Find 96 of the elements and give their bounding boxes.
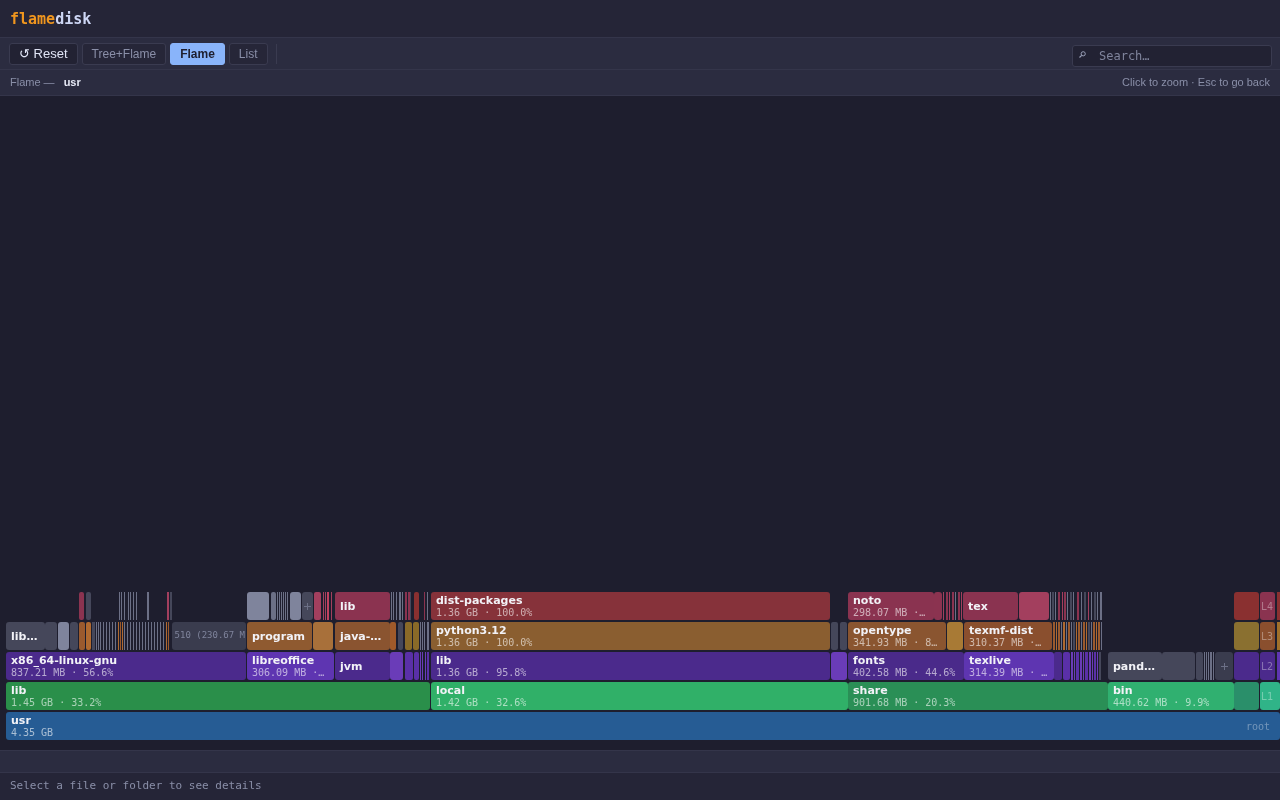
depth-tag: root xyxy=(1245,718,1270,734)
thin-flame-bars xyxy=(405,652,429,680)
flame-bar[interactable] xyxy=(70,622,78,650)
view-tab[interactable]: Tree+Flame xyxy=(81,42,167,65)
reset-button[interactable]: ↺ Reset xyxy=(9,42,78,65)
thin-flame-bars xyxy=(1053,622,1102,650)
folder-name: local xyxy=(436,683,467,697)
folder-name: bin xyxy=(1113,683,1134,697)
folder-name: lib xyxy=(436,653,453,667)
folder-name: fonts xyxy=(853,653,886,667)
folder-name: usr xyxy=(11,713,32,727)
flame-bar[interactable] xyxy=(390,652,403,680)
thin-flame-bars xyxy=(1277,592,1280,620)
thin-flame-bars xyxy=(831,622,847,650)
thin-flame-bars xyxy=(943,592,962,620)
flame-bar[interactable]: lib… xyxy=(6,622,45,650)
flame-bar[interactable] xyxy=(947,622,963,650)
folder-size: 1.36 GB · 95.8% xyxy=(436,666,527,679)
flame-bar[interactable]: fonts 402.58 MB · 44.6% xyxy=(848,652,964,680)
thin-flame-bars xyxy=(1054,652,1101,680)
flame-bar[interactable]: 510 (230.67 M xyxy=(172,622,246,650)
flame-bar[interactable]: python3.12 1.36 GB · 100.0% xyxy=(431,622,830,650)
flame-bar[interactable] xyxy=(302,592,313,620)
folder-size: 440.62 MB · 9.9% xyxy=(1113,696,1210,709)
flame-bar[interactable]: pand… xyxy=(1108,652,1162,680)
folder-name: x86_64-linux-gnu xyxy=(11,653,118,667)
folder-size: 402.58 MB · 44.6% xyxy=(853,666,956,679)
thin-flame-bars xyxy=(271,592,288,620)
status-text: Select a file or folder to see details xyxy=(10,778,262,795)
plus-icon xyxy=(304,602,311,610)
thin-flame-bars xyxy=(1277,622,1280,650)
flame-bar[interactable] xyxy=(1215,652,1233,680)
folder-name: texmf-dist xyxy=(969,623,1034,637)
flame-bar[interactable] xyxy=(1234,622,1259,650)
folder-name: opentype xyxy=(853,623,913,637)
breadcrumb-current: usr xyxy=(63,75,81,91)
folder-size: 837.21 MB · 56.6% xyxy=(11,666,114,679)
thin-flame-bars xyxy=(167,592,172,620)
flame-bar[interactable]: share 901.68 MB · 20.3% xyxy=(848,682,1108,710)
folder-name: python3.12 xyxy=(436,623,508,637)
flame-bar[interactable] xyxy=(58,622,69,650)
flame-bar[interactable] xyxy=(1234,682,1259,710)
folder-name: lib xyxy=(11,683,28,697)
flame-bar[interactable]: lib 1.36 GB · 95.8% xyxy=(431,652,830,680)
flame-bar[interactable]: x86_64-linux-gnu 837.21 MB · 56.6% xyxy=(6,652,246,680)
folder-name: share xyxy=(853,683,889,697)
flame-bar[interactable]: usr 4.35 GB root xyxy=(6,712,1280,740)
thin-flame-bars xyxy=(1196,652,1214,680)
thin-flame-bars xyxy=(391,592,428,620)
view-tab[interactable]: List xyxy=(228,42,268,65)
flame-bar[interactable]: jvm xyxy=(335,652,390,680)
flame-bar[interactable] xyxy=(313,622,333,650)
flame-bar[interactable]: texlive 314.39 MB · … xyxy=(964,652,1054,680)
search-field[interactable]: Search… xyxy=(1072,44,1272,67)
app-logo: flamedisk xyxy=(10,9,92,28)
folder-name: dist-packages xyxy=(436,593,524,607)
thin-flame-bars xyxy=(119,592,137,620)
flame-bar[interactable]: noto 298.07 MB ·… xyxy=(848,592,934,620)
thin-flame-bars xyxy=(390,622,429,650)
thin-flame-bars xyxy=(1050,592,1102,620)
search-icon xyxy=(1079,50,1086,58)
thin-flame-bars xyxy=(1277,652,1280,680)
folder-size: 4.35 GB xyxy=(11,726,54,739)
flame-bar[interactable]: java-… xyxy=(335,622,390,650)
flame-bar[interactable] xyxy=(45,622,57,650)
flame-bar[interactable] xyxy=(831,652,847,680)
flame-bar[interactable]: dist-packages 1.36 GB · 100.0% xyxy=(431,592,830,620)
flame-bar[interactable]: lib 1.45 GB · 33.2% xyxy=(6,682,430,710)
folder-size: 310.37 MB ·… xyxy=(969,636,1042,649)
flame-bar[interactable]: program xyxy=(247,622,312,650)
folder-size: 1.36 GB · 100.0% xyxy=(436,636,533,649)
thin-flame-bars xyxy=(314,592,332,620)
plus-icon xyxy=(1220,662,1228,670)
folder-size: 298.07 MB ·… xyxy=(853,606,926,619)
thin-flame-bars xyxy=(79,592,91,620)
folder-size: 306.09 MB ·… xyxy=(252,666,325,679)
folder-size: 1.45 GB · 33.2% xyxy=(11,696,102,709)
view-tab[interactable]: Flame xyxy=(170,42,225,65)
flame-bar[interactable]: texmf-dist 310.37 MB ·… xyxy=(964,622,1052,650)
folder-name: noto xyxy=(853,593,883,607)
flame-bar[interactable]: opentype 341.93 MB · 8… xyxy=(848,622,946,650)
flame-bar[interactable] xyxy=(247,592,269,620)
flame-bar[interactable] xyxy=(934,592,942,620)
flame-bar[interactable]: tex xyxy=(963,592,1018,620)
folder-size: 1.42 GB · 32.6% xyxy=(436,696,527,709)
folder-size: 341.93 MB · 8… xyxy=(853,636,938,649)
folder-size: 1.36 GB · 100.0% xyxy=(436,606,533,619)
flame-bar[interactable] xyxy=(290,592,301,620)
folder-name: texlive xyxy=(969,653,1012,667)
folder-name: libreoffice xyxy=(252,653,316,667)
flame-bar[interactable]: libreoffice 306.09 MB ·… xyxy=(247,652,334,680)
flame-bar[interactable]: lib xyxy=(335,592,390,620)
breadcrumb-view: Flame — xyxy=(10,75,55,91)
folder-size: 314.39 MB · … xyxy=(969,666,1048,679)
hint-text: Click to zoom · Esc to go back xyxy=(1122,75,1270,91)
folder-size: 901.68 MB · 20.3% xyxy=(853,696,956,709)
